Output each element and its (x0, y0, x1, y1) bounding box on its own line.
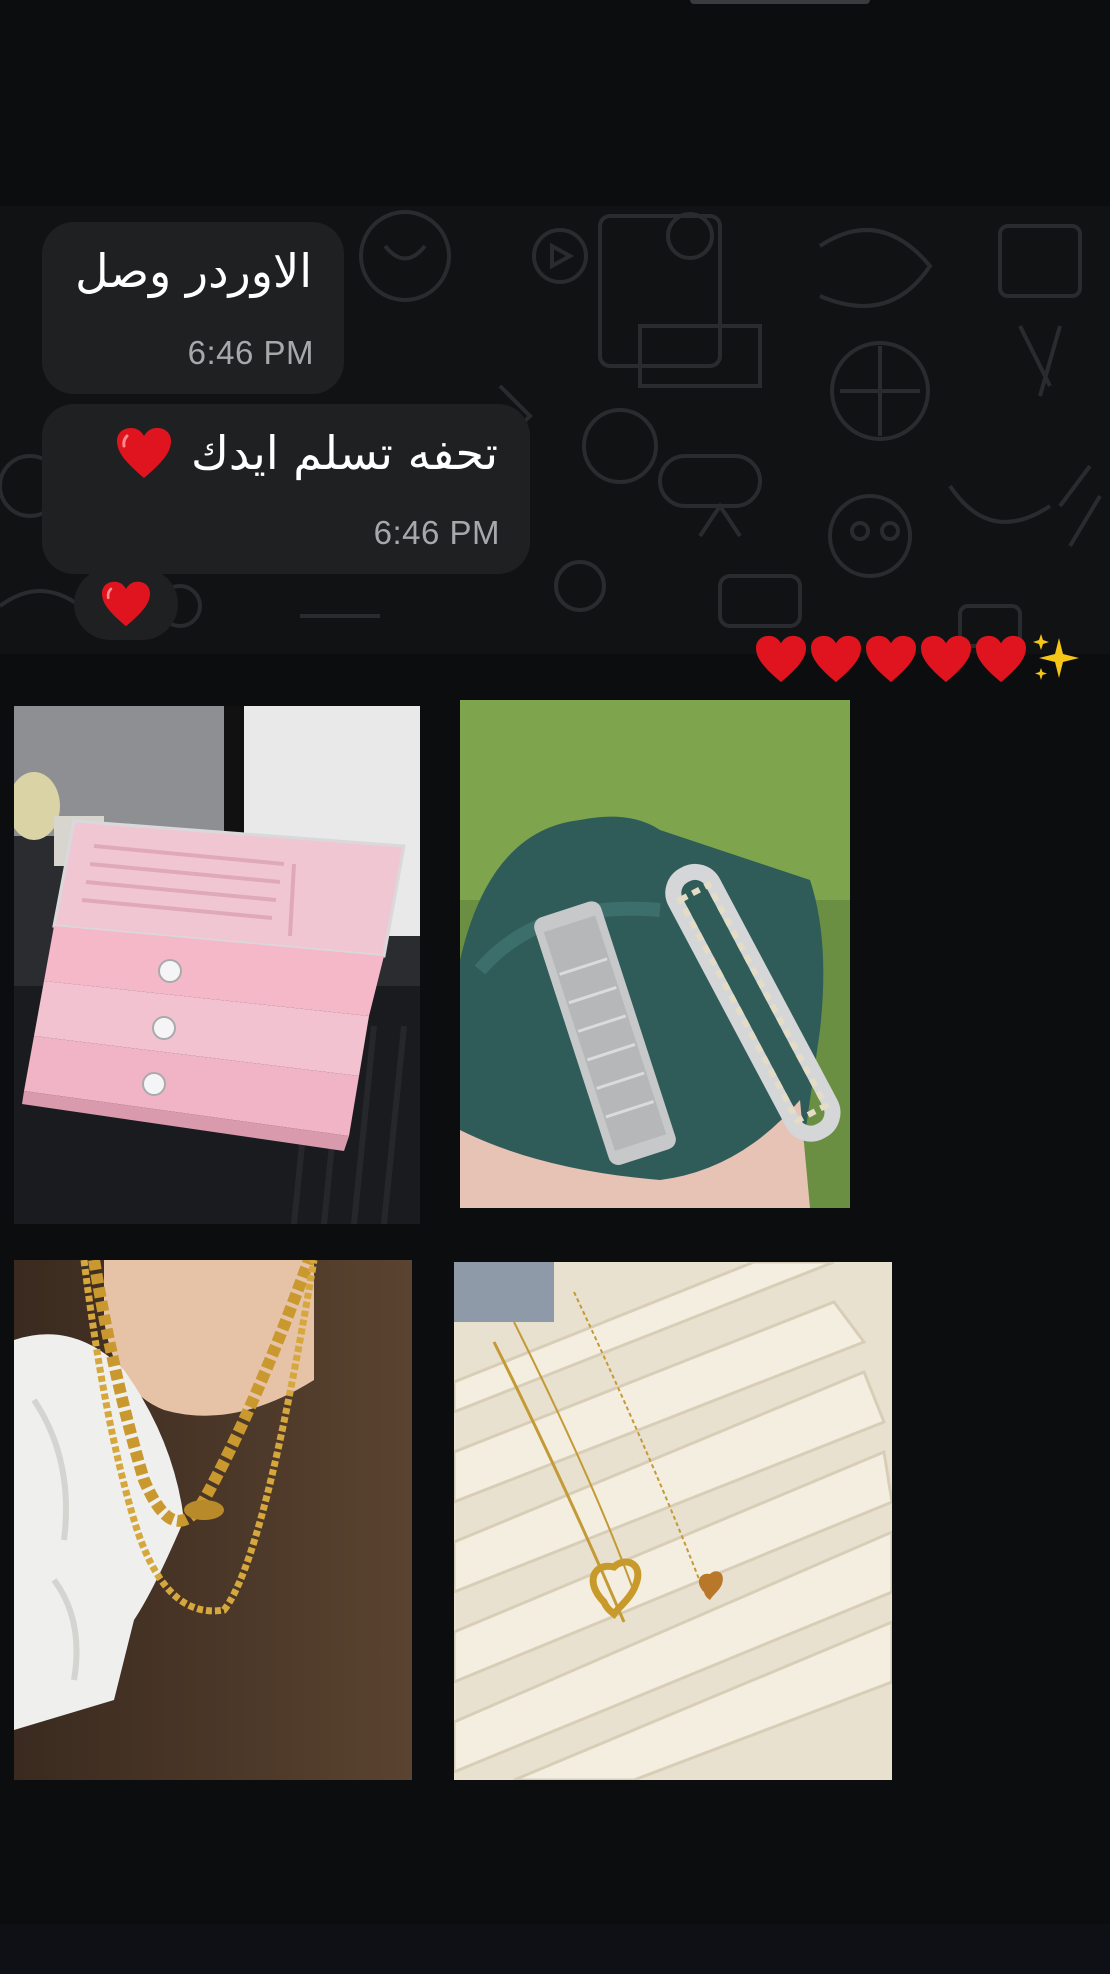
message-text: الاوردر وصل (75, 244, 312, 298)
bottom-bar (0, 1924, 1110, 1974)
red-heart-icon (864, 634, 918, 684)
message-text-body: تحفه تسلم ايدك (191, 426, 498, 480)
red-heart-icon (754, 634, 808, 684)
red-heart-icon (115, 426, 173, 480)
photo-silver-bracelets[interactable] (460, 700, 850, 1208)
message-bubble[interactable]: الاوردر وصل 6:46 PM (42, 222, 344, 394)
message-timestamp: 6:46 PM (373, 514, 500, 551)
status-indicator (690, 0, 870, 4)
caption-emojis (754, 630, 1083, 688)
red-heart-icon (974, 634, 1028, 684)
sparkles-icon (1029, 630, 1083, 688)
photo-heart-necklaces[interactable] (454, 1262, 892, 1780)
photo-jewelry-organizer[interactable] (14, 706, 420, 1224)
red-heart-icon (809, 634, 863, 684)
message-reaction[interactable] (74, 568, 178, 640)
message-bubble[interactable]: تحفه تسلم ايدك 6:46 PM (42, 404, 530, 574)
red-heart-icon (100, 580, 152, 628)
message-timestamp: 6:46 PM (187, 334, 314, 371)
red-heart-icon (919, 634, 973, 684)
message-text: تحفه تسلم ايدك (115, 426, 498, 480)
photo-gold-chains[interactable] (14, 1260, 412, 1780)
